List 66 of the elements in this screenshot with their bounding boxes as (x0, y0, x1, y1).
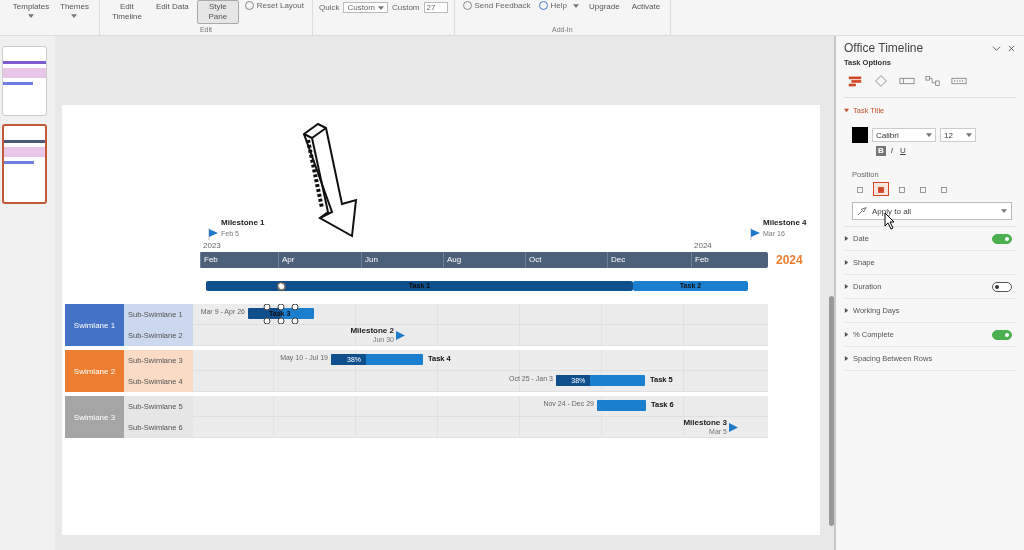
custom-field[interactable]: 27 (423, 2, 448, 13)
ribbon-button[interactable]: Edit Timeline (105, 0, 148, 24)
pane-title: Office Timeline (844, 41, 925, 55)
send-feedback-button[interactable]: Send Feedback (460, 0, 533, 11)
quick-dropdown[interactable]: Custom (343, 2, 388, 13)
month-label: Feb (200, 252, 218, 268)
milestone-title: Milestone 3 (683, 418, 727, 427)
close-icon[interactable] (1007, 43, 1016, 53)
caret-icon (926, 133, 932, 137)
ribbon-button[interactable]: Style Pane (196, 0, 239, 24)
help-button[interactable]: Help (536, 0, 582, 11)
caret-icon (966, 133, 972, 137)
slide-thumbnail[interactable] (2, 46, 47, 116)
month-label: Feb (691, 252, 709, 268)
position-icon (918, 185, 928, 195)
size-dropdown[interactable]: 12 (940, 128, 976, 142)
milestone-flag-icon (729, 423, 738, 432)
year-label: 2023 (203, 241, 221, 250)
task-bar[interactable] (248, 308, 314, 319)
month-label: Oct (525, 252, 542, 268)
current-year-label: 2024 (776, 253, 803, 267)
selection-handles-drawing[interactable] (263, 304, 299, 324)
caret-icon (28, 14, 34, 18)
position-icon (855, 185, 865, 195)
ribbon-button[interactable]: Edit Data (151, 0, 193, 14)
position-icon (897, 185, 907, 195)
year-label: 2024 (694, 241, 712, 250)
color-swatch[interactable] (852, 127, 868, 143)
format-button[interactable]: B (876, 146, 886, 156)
slide-thumbnail[interactable] (2, 124, 47, 204)
caret-icon (1001, 209, 1007, 213)
caret-icon (573, 3, 580, 8)
milestone-title: Milestone 2 (350, 326, 394, 335)
ribbon-button[interactable]: Activate (627, 0, 665, 14)
milestone-flag-icon (396, 331, 405, 340)
ribbon-menu-button[interactable]: Templates (10, 0, 52, 20)
caret-icon (71, 14, 78, 18)
milestone-title: Milestone 4 (763, 218, 807, 227)
caret-icon (377, 6, 384, 10)
milestone-title: Milestone 1 (221, 218, 265, 227)
swimlane-label: Swimlane 1 (65, 304, 124, 346)
ribbon-menu-button[interactable]: Themes (56, 0, 93, 20)
swimlane-label: Swimlane 3 (65, 396, 124, 438)
month-label: Aug (443, 252, 462, 268)
brush-icon (857, 206, 867, 216)
toggle-switch[interactable] (992, 329, 1012, 340)
quick-label: Quick (318, 3, 340, 12)
toggle-switch[interactable] (992, 281, 1012, 292)
scrollbar[interactable] (829, 296, 834, 526)
format-button[interactable]: U (898, 146, 908, 156)
month-label: Dec (607, 252, 626, 268)
position-button[interactable] (873, 182, 889, 196)
reset-layout-button[interactable]: Reset Layout (242, 0, 306, 11)
format-button[interactable]: I (888, 146, 895, 156)
toggle-switch[interactable] (992, 233, 1012, 244)
rotate-handle-icon[interactable] (276, 281, 287, 292)
custom-label: Custom (391, 3, 420, 12)
apply-to-all-dropdown[interactable]: Apply to all (852, 202, 1012, 220)
swimlane-label: Swimlane 2 (65, 350, 124, 392)
month-label: Apr (278, 252, 295, 268)
month-label: Jun (361, 252, 378, 268)
font-dropdown[interactable]: Calibri (872, 128, 936, 142)
position-icon (939, 185, 949, 195)
collapse-chevron-icon[interactable] (992, 43, 1001, 53)
ribbon-button[interactable]: Upgrade (585, 0, 624, 14)
position-icon (876, 185, 886, 195)
